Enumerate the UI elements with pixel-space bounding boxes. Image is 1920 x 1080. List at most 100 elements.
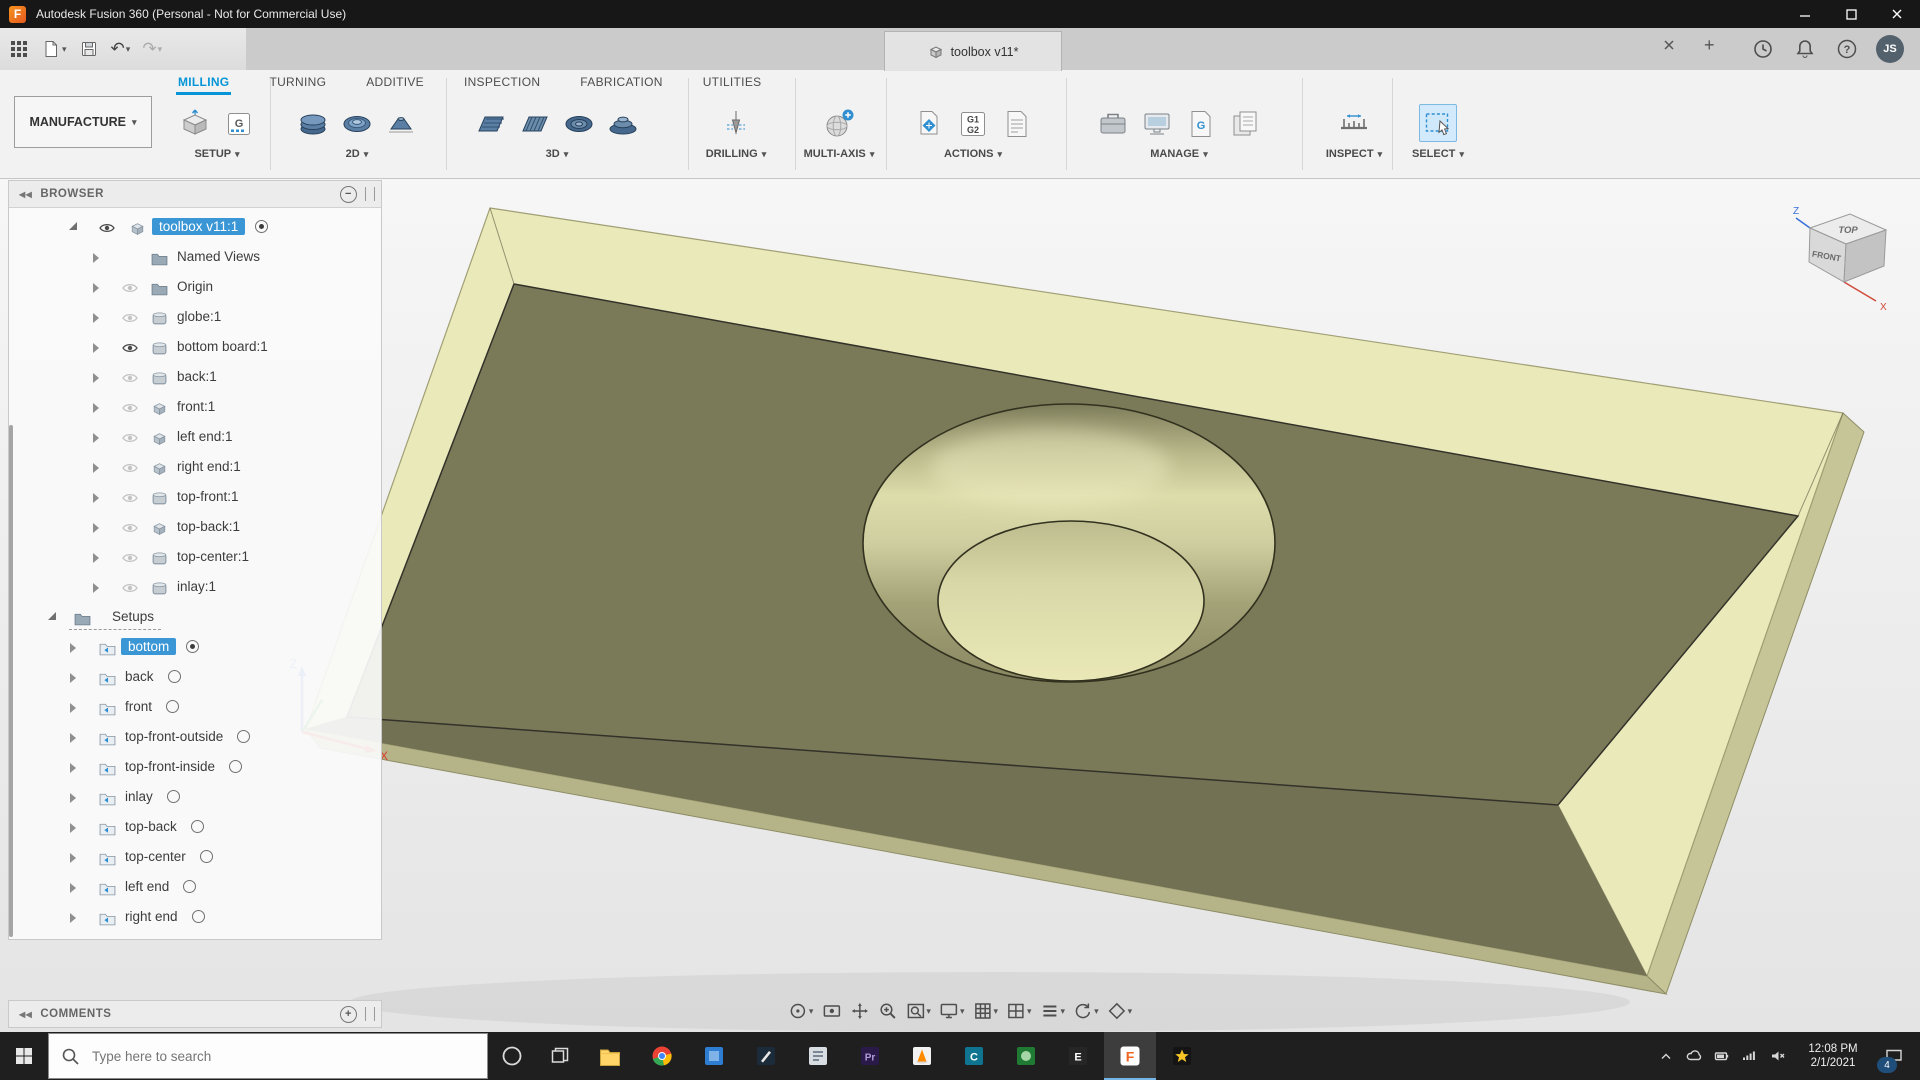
drill-icon[interactable] <box>718 106 754 142</box>
active-setup-marker-icon[interactable] <box>255 220 269 233</box>
grid-and-snaps-button[interactable]: ▾ <box>969 996 1001 1026</box>
redo-button[interactable]: ↷ ▾ <box>139 36 165 62</box>
browser-tree-row[interactable]: top-front-inside <box>9 753 377 783</box>
setup-marker-icon[interactable] <box>237 730 251 743</box>
browser-tree-row[interactable]: top-back:1 <box>9 513 377 543</box>
visibility-eye-icon[interactable] <box>122 432 138 447</box>
chamfer-2d-icon[interactable] <box>383 106 419 142</box>
ribbon-tab-milling[interactable]: MILLING <box>176 71 232 95</box>
browser-tree-row[interactable]: inlay <box>9 783 377 813</box>
tray-battery-icon[interactable] <box>1708 1036 1736 1076</box>
help-icon[interactable]: ? <box>1836 28 1858 70</box>
tree-node-label[interactable]: top-front:1 <box>173 488 243 505</box>
setup-marker-icon[interactable] <box>183 880 197 893</box>
browser-tree-row[interactable]: right end <box>9 903 377 933</box>
taskbar-app-teal-c-app[interactable]: C <box>948 1032 1000 1080</box>
comments-plus-icon[interactable]: + <box>340 1005 357 1023</box>
browser-tree-row[interactable]: top-front:1 <box>9 483 377 513</box>
tree-expand-arrow-icon[interactable] <box>69 222 77 230</box>
visibility-eye-icon[interactable] <box>122 522 138 537</box>
browser-tree-row[interactable]: left end <box>9 873 377 903</box>
tray-volume-muted-icon[interactable] <box>1764 1036 1792 1076</box>
browser-collapse-icon[interactable]: ◀◀ <box>19 190 32 199</box>
new-document-tab-icon[interactable]: + <box>1704 36 1715 54</box>
browser-tree-row[interactable]: back <box>9 663 377 693</box>
ribbon-tab-additive[interactable]: ADDITIVE <box>364 71 426 95</box>
notifications-bell-icon[interactable] <box>1794 28 1816 70</box>
post-process-icon[interactable] <box>911 106 947 142</box>
tree-expand-arrow-icon[interactable] <box>93 283 99 293</box>
tray-chevron-up-icon[interactable] <box>1652 1036 1680 1076</box>
ribbon-tab-fabrication[interactable]: FABRICATION <box>578 71 664 95</box>
visibility-eye-icon[interactable] <box>122 312 138 327</box>
tree-node-label[interactable]: front <box>121 698 156 715</box>
tree-node-label[interactable]: left end <box>121 878 173 895</box>
comments-collapse-icon[interactable]: ◀◀ <box>19 1010 32 1019</box>
tree-expand-arrow-icon[interactable] <box>48 612 56 620</box>
document-tab[interactable]: toolbox v11* <box>884 31 1062 71</box>
tree-expand-arrow-icon[interactable] <box>93 583 99 593</box>
taskbar-app-e-app[interactable]: E <box>1052 1032 1104 1080</box>
tree-expand-arrow-icon[interactable] <box>70 793 76 803</box>
refresh-view-button[interactable]: ▾ <box>1070 996 1102 1026</box>
save-button[interactable] <box>76 36 102 62</box>
visibility-eye-icon[interactable] <box>122 282 138 297</box>
tree-node-label[interactable]: top-back:1 <box>173 518 244 535</box>
tree-node-label[interactable]: left end:1 <box>173 428 237 445</box>
taskbar-app-star-app[interactable] <box>1156 1032 1208 1080</box>
nc-program-icon[interactable]: G <box>1183 106 1219 142</box>
user-avatar[interactable]: JS <box>1876 35 1904 63</box>
generate-g-icon[interactable]: G <box>221 106 257 142</box>
orbit-button[interactable]: ▾ <box>785 996 817 1026</box>
cortana-button[interactable] <box>488 1032 536 1080</box>
tree-node-label[interactable]: inlay:1 <box>173 578 220 595</box>
ribbon-tab-turning[interactable]: TURNING <box>267 71 328 95</box>
visibility-eye-icon[interactable] <box>122 402 138 417</box>
browser-tree-row[interactable]: left end:1 <box>9 423 377 453</box>
browser-setups-row[interactable]: Setups <box>9 603 377 633</box>
tree-expand-arrow-icon[interactable] <box>93 253 99 263</box>
setup-marker-icon[interactable] <box>229 760 243 773</box>
ribbon-group-label-inspect[interactable]: INSPECT ▾ <box>1318 148 1390 160</box>
ribbon-group-label-2d[interactable]: 2D ▾ <box>282 148 432 160</box>
maximize-button[interactable] <box>1828 0 1874 28</box>
visibility-eye-icon[interactable] <box>122 492 138 507</box>
adaptive-2d-icon[interactable] <box>339 106 375 142</box>
tree-expand-arrow-icon[interactable] <box>70 853 76 863</box>
browser-tree-row[interactable]: bottom board:1 <box>9 333 377 363</box>
browser-minus-icon[interactable]: − <box>340 185 357 203</box>
taskbar-app-fusion-360[interactable]: F <box>1104 1032 1156 1080</box>
taskbar-app-notes-app[interactable] <box>792 1032 844 1080</box>
templates-icon[interactable] <box>1227 106 1263 142</box>
face-icon[interactable] <box>295 106 331 142</box>
active-setup-marker-icon[interactable] <box>186 640 200 653</box>
tree-expand-arrow-icon[interactable] <box>93 493 99 503</box>
tree-node-label[interactable]: bottom <box>121 638 177 655</box>
close-document-icon[interactable] <box>1662 38 1676 57</box>
workspace-selector[interactable]: MANUFACTURE ▾ <box>14 96 152 148</box>
setup-marker-icon[interactable] <box>167 670 181 683</box>
browser-tree-row[interactable]: front:1 <box>9 393 377 423</box>
ribbon-group-label-drilling[interactable]: DRILLING ▾ <box>700 148 772 160</box>
tree-node-label[interactable]: right end:1 <box>173 458 245 475</box>
fit-button[interactable]: ▾ <box>902 996 934 1026</box>
taskbar-app-green-app[interactable] <box>1000 1032 1052 1080</box>
visual-style-button[interactable]: ▾ <box>1104 996 1136 1026</box>
tree-node-label[interactable]: back:1 <box>173 368 221 385</box>
browser-tree-row[interactable]: front <box>9 693 377 723</box>
tree-expand-arrow-icon[interactable] <box>70 883 76 893</box>
parallel-3d-icon[interactable] <box>517 106 553 142</box>
layout-rows-button[interactable]: ▾ <box>1037 996 1069 1026</box>
tree-expand-arrow-icon[interactable] <box>70 643 76 653</box>
minimize-button[interactable] <box>1782 0 1828 28</box>
tree-node-label[interactable]: bottom board:1 <box>173 338 272 355</box>
look-at-button[interactable] <box>818 996 844 1026</box>
tree-expand-arrow-icon[interactable] <box>70 913 76 923</box>
tree-node-label[interactable]: Origin <box>173 278 217 295</box>
tree-expand-arrow-icon[interactable] <box>93 433 99 443</box>
tree-node-label[interactable]: top-back <box>121 818 181 835</box>
ribbon-group-label-3d[interactable]: 3D ▾ <box>458 148 656 160</box>
tree-expand-arrow-icon[interactable] <box>93 313 99 323</box>
tree-expand-arrow-icon[interactable] <box>70 703 76 713</box>
workpiece-model[interactable] <box>304 207 1865 1032</box>
